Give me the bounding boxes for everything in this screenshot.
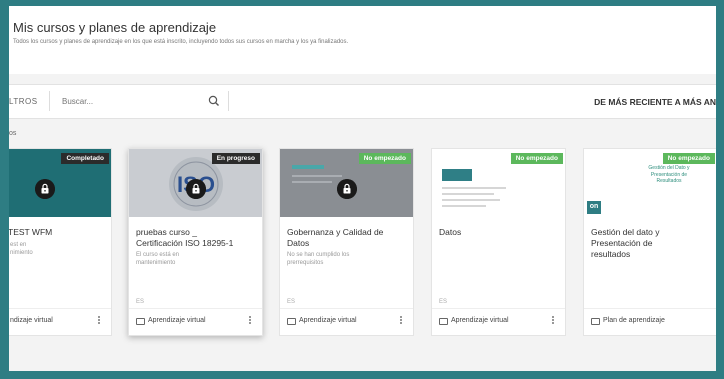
- status-badge: No empezado: [358, 153, 411, 164]
- card-type-label: Aprendizaje virtual: [148, 317, 206, 324]
- card-thumbnail: Gestión del Dato y Presentación de Resul…: [584, 149, 716, 217]
- lock-icon: [336, 179, 357, 199]
- card-footer: Aprendizaje virtual: [280, 308, 413, 335]
- card-language: ES: [439, 299, 448, 305]
- section-label: os: [9, 130, 17, 137]
- more-options-icon[interactable]: [97, 315, 101, 327]
- status-badge: No empezado: [662, 153, 715, 164]
- virtual-learning-icon: [287, 318, 296, 325]
- learning-plan-card[interactable]: Gestión del Dato y Presentación de Resul…: [583, 148, 716, 336]
- search-input[interactable]: [49, 91, 229, 111]
- card-footer: ndizaje virtual: [9, 308, 111, 335]
- card-title[interactable]: pruebas curso _ Certificación ISO 18295-…: [136, 227, 256, 249]
- page-subtitle: Todos los cursos y planes de aprendizaje…: [13, 39, 349, 45]
- card-title[interactable]: TEST WFM: [9, 227, 105, 238]
- learning-plan-icon: [591, 318, 600, 325]
- card-description: El curso está en mantenimiento: [136, 252, 180, 266]
- more-options-icon[interactable]: [399, 315, 403, 327]
- card-footer: Plan de aprendizaje: [584, 308, 716, 335]
- lock-icon: [34, 179, 55, 199]
- card-description: est en nimiento: [10, 242, 33, 256]
- card-type-label: ndizaje virtual: [10, 317, 53, 324]
- course-card[interactable]: No empezado Gobernanza y Calidad de Dato…: [279, 148, 414, 336]
- status-badge: En progreso: [211, 153, 260, 164]
- card-type-label: Aprendizaje virtual: [299, 317, 357, 324]
- card-language: ES: [287, 299, 296, 305]
- card-thumbnail: ISO En progreso: [129, 149, 262, 217]
- app-frame: Mis cursos y planes de aprendizaje Todos…: [0, 0, 724, 379]
- lock-icon: [185, 179, 206, 199]
- main-content: LTROS DE MÁS RECIENTE A MÁS AN os Comple…: [9, 74, 716, 371]
- more-options-icon[interactable]: [248, 315, 252, 327]
- card-description: No se han cumplido los prerrequisitos: [287, 252, 350, 266]
- card-type-label: Plan de aprendizaje: [603, 317, 665, 324]
- filters-button[interactable]: LTROS: [9, 97, 38, 106]
- card-thumbnail: No empezado: [432, 149, 565, 217]
- course-card[interactable]: Completado TEST WFM est en nimiento ndiz…: [9, 148, 112, 336]
- card-type-label: Aprendizaje virtual: [451, 317, 509, 324]
- sort-dropdown[interactable]: DE MÁS RECIENTE A MÁS AN: [594, 97, 716, 107]
- card-thumbnail: Completado: [9, 149, 111, 217]
- card-footer: Aprendizaje virtual: [129, 308, 262, 335]
- card-language: ES: [136, 299, 145, 305]
- page-title: Mis cursos y planes de aprendizaje: [13, 20, 217, 35]
- search-icon[interactable]: [207, 94, 221, 108]
- virtual-learning-icon: [439, 318, 448, 325]
- more-options-icon[interactable]: [551, 315, 555, 327]
- status-badge: Completado: [61, 153, 109, 164]
- card-title[interactable]: Gestión del dato y Presentación de resul…: [591, 227, 711, 260]
- card-title[interactable]: Datos: [439, 227, 559, 238]
- filter-bar: LTROS DE MÁS RECIENTE A MÁS AN: [9, 84, 716, 119]
- course-card[interactable]: ISO En progreso pruebas curso _ Certific…: [128, 148, 263, 336]
- page-header: Mis cursos y planes de aprendizaje Todos…: [9, 6, 716, 74]
- virtual-learning-icon: [136, 318, 145, 325]
- thumbnail-text: Gestión del Dato y Presentación de Resul…: [648, 165, 690, 184]
- brand-logo: on: [587, 201, 601, 214]
- card-title[interactable]: Gobernanza y Calidad de Datos: [287, 227, 407, 249]
- card-footer: Aprendizaje virtual: [432, 308, 565, 335]
- status-badge: No empezado: [510, 153, 563, 164]
- card-thumbnail: No empezado: [280, 149, 413, 217]
- course-card[interactable]: No empezado Datos ES Aprendizaje virtual: [431, 148, 566, 336]
